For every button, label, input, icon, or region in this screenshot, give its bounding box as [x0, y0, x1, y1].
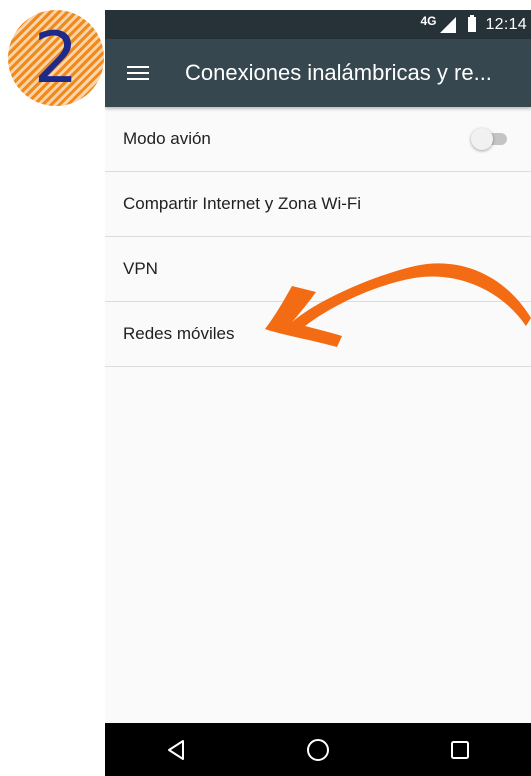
settings-list: Modo avión Compartir Internet y Zona Wi-… [105, 107, 531, 367]
toggle-thumb [471, 128, 493, 150]
step-badge: 2 [8, 10, 104, 106]
settings-item-compartir-internet[interactable]: Compartir Internet y Zona Wi-Fi [105, 172, 531, 237]
settings-item-modo-avion[interactable]: Modo avión [105, 107, 531, 172]
phone-screen: 4G 12:14 Conexiones inalámbricas y re...… [105, 10, 531, 776]
home-icon [307, 738, 329, 761]
page-title: Conexiones inalámbricas y re... [185, 60, 492, 85]
battery-icon [468, 15, 477, 32]
settings-item-label: Modo avión [123, 129, 211, 148]
back-button[interactable] [146, 723, 206, 776]
status-bar: 4G 12:14 [105, 10, 531, 39]
step-number: 2 [33, 17, 79, 99]
status-time: 12:14 [485, 15, 527, 33]
recents-icon [451, 740, 469, 759]
back-icon [168, 739, 184, 760]
home-button[interactable] [288, 723, 348, 776]
airplane-mode-toggle[interactable] [471, 128, 509, 150]
hamburger-menu-icon[interactable] [127, 66, 149, 80]
settings-item-vpn[interactable]: VPN [105, 237, 531, 302]
recents-button[interactable] [430, 723, 490, 776]
network-type: 4G [420, 13, 437, 28]
navigation-bar [105, 723, 531, 776]
settings-item-redes-moviles[interactable]: Redes móviles [105, 302, 531, 367]
settings-item-label: Compartir Internet y Zona Wi-Fi [123, 194, 362, 213]
settings-item-label: Redes móviles [123, 324, 235, 343]
settings-item-label: VPN [123, 259, 158, 278]
signal-icon [440, 16, 457, 33]
app-bar: Conexiones inalámbricas y re... [105, 39, 531, 107]
